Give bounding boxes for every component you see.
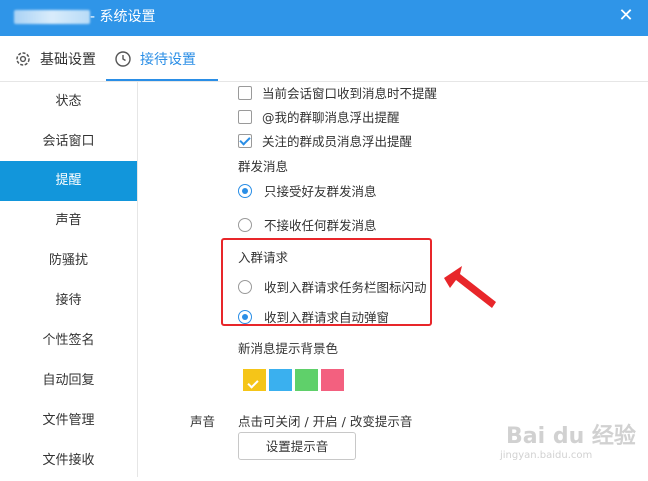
settings-sidebar: 状态 会话窗口 提醒 声音 防骚扰 接待 个性签名 自动回复 文件管理 文件接收 xyxy=(0,82,138,477)
tab-basic-settings[interactable]: 基础设置 xyxy=(14,36,96,81)
sidebar-item-chat-window[interactable]: 会话窗口 xyxy=(0,122,137,162)
swatch-green[interactable] xyxy=(295,369,318,391)
radio-no-broadcast[interactable]: 不接收任何群发消息 xyxy=(238,215,377,234)
sidebar-item-anti-harass[interactable]: 防骚扰 xyxy=(0,241,137,281)
active-tab-indicator xyxy=(106,79,218,81)
tab-label: 接待设置 xyxy=(140,51,196,68)
radio[interactable] xyxy=(238,217,252,232)
set-sound-button[interactable]: 设置提示音 xyxy=(238,432,356,460)
checkbox[interactable] xyxy=(238,109,252,124)
sidebar-item-auto-reply[interactable]: 自动回复 xyxy=(0,361,137,401)
sidebar-item-file-receive[interactable]: 文件接收 xyxy=(0,441,137,481)
radio-friends-only-broadcast[interactable]: 只接受好友群发消息 xyxy=(238,181,377,200)
swatch-pink[interactable] xyxy=(321,369,344,391)
sidebar-item-status[interactable]: 状态 xyxy=(0,82,137,122)
sidebar-item-signature[interactable]: 个性签名 xyxy=(0,321,137,361)
radio-auto-popup[interactable]: 收到入群请求自动弹窗 xyxy=(238,307,389,326)
radio-selected[interactable] xyxy=(238,309,252,324)
sidebar-item-reception[interactable]: 接待 xyxy=(0,281,137,321)
sidebar-item-file-management[interactable]: 文件管理 xyxy=(0,401,137,441)
radio[interactable] xyxy=(238,279,252,294)
window-title: - 系统设置 xyxy=(90,9,156,25)
group-message-heading: 群发消息 xyxy=(238,159,289,174)
radio-selected[interactable] xyxy=(238,183,252,198)
checkbox[interactable] xyxy=(238,85,252,100)
join-request-heading: 入群请求 xyxy=(238,250,289,265)
close-button[interactable]: ✕ xyxy=(614,4,638,28)
swatch-blue[interactable] xyxy=(269,369,292,391)
sidebar-item-sound[interactable]: 声音 xyxy=(0,201,137,241)
baidu-watermark: Bai du 经验 jingyan.baidu.com xyxy=(500,424,636,461)
sound-hint: 点击可关闭 / 开启 / 改变提示音 xyxy=(238,414,413,429)
settings-tabbar: 基础设置 接待设置 xyxy=(0,36,648,82)
swatch-yellow[interactable] xyxy=(243,369,266,391)
radio-taskbar-flash[interactable]: 收到入群请求任务栏图标闪动 xyxy=(238,277,427,296)
title-bar: - 系统设置 ✕ xyxy=(0,0,648,36)
checkbox-at-me-popup[interactable]: @我的群聊消息浮出提醒 xyxy=(238,107,400,126)
checkbox-followed-member-popup[interactable]: 关注的群成员消息浮出提醒 xyxy=(238,131,412,150)
sound-label: 声音 xyxy=(190,414,216,429)
checkbox-no-remind-current-chat[interactable]: 当前会话窗口收到消息时不提醒 xyxy=(238,83,437,102)
tab-reception-settings[interactable]: 接待设置 xyxy=(114,36,196,81)
bg-color-heading: 新消息提示背景色 xyxy=(238,341,339,356)
annotation-arrow-icon xyxy=(444,266,496,308)
close-icon: ✕ xyxy=(618,5,634,26)
gear-icon xyxy=(14,50,32,68)
checkbox-checked[interactable] xyxy=(238,133,252,148)
tab-label: 基础设置 xyxy=(40,51,96,68)
blurred-account-name xyxy=(14,10,90,24)
clock-icon xyxy=(114,50,132,68)
sidebar-item-reminder[interactable]: 提醒 xyxy=(0,161,137,201)
